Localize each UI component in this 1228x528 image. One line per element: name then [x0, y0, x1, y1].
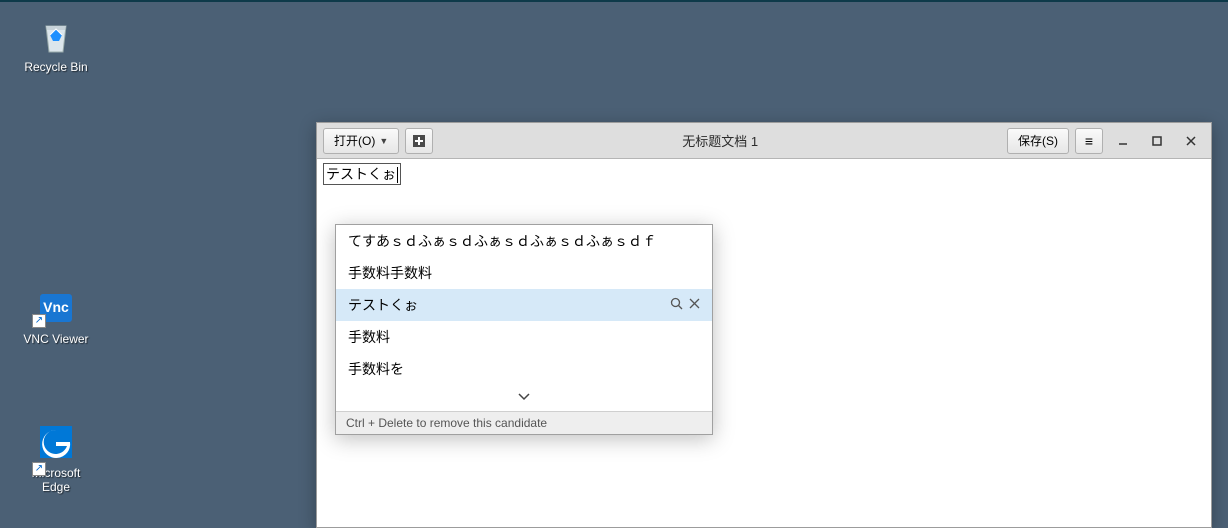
ime-more-candidates[interactable]	[336, 385, 712, 411]
svg-text:Vnc: Vnc	[43, 299, 69, 315]
ime-hint-text: Ctrl + Delete to remove this candidate	[336, 411, 712, 434]
desktop-icon-label: VNC Viewer	[16, 332, 96, 346]
remove-candidate-icon[interactable]	[689, 297, 700, 313]
ime-candidate[interactable]: てすあｓｄふぁｓｄふぁｓｄふぁｓｄふぁｓｄｆ	[336, 225, 712, 257]
ime-candidate[interactable]: 手数料を	[336, 353, 712, 385]
maximize-icon	[1152, 136, 1162, 146]
chevron-down-icon	[517, 392, 531, 402]
ime-candidate-text: 手数料手数料	[348, 263, 700, 283]
open-button-label: 打开(O)	[334, 132, 375, 149]
text-editor-window: 打开(O) ▼ 无标题文档 1 保存(S) ≡ テストくぉ	[316, 122, 1212, 528]
desktop-icon-recycle-bin[interactable]: Recycle Bin	[16, 16, 96, 74]
ime-candidate-popup: てすあｓｄふぁｓｄふぁｓｄふぁｓｄふぁｓｄｆ 手数料手数料 テストくぉ 手数料	[335, 224, 713, 435]
search-icon[interactable]	[670, 297, 683, 313]
ime-candidate-text: 手数料	[348, 327, 700, 347]
edge-icon	[32, 422, 80, 462]
text-caret	[397, 167, 398, 183]
titlebar: 打开(O) ▼ 无标题文档 1 保存(S) ≡	[317, 123, 1211, 159]
ime-candidate[interactable]: 手数料手数料	[336, 257, 712, 289]
open-button[interactable]: 打开(O) ▼	[323, 128, 399, 154]
ime-candidate-text: 手数料を	[348, 359, 700, 379]
save-button[interactable]: 保存(S)	[1007, 128, 1069, 154]
shortcut-overlay-icon: ↗	[32, 462, 46, 476]
shortcut-overlay-icon: ↗	[32, 314, 46, 328]
ime-candidate-selected[interactable]: テストくぉ	[336, 289, 712, 321]
hamburger-icon: ≡	[1085, 134, 1093, 148]
save-button-label: 保存(S)	[1018, 132, 1058, 149]
chevron-down-icon: ▼	[379, 136, 388, 146]
new-doc-icon	[412, 134, 426, 148]
maximize-button[interactable]	[1143, 130, 1171, 152]
ime-candidate-text: てすあｓｄふぁｓｄふぁｓｄふぁｓｄふぁｓｄｆ	[348, 231, 700, 251]
window-title: 无标题文档 1	[439, 131, 1001, 150]
editor-textarea[interactable]: テストくぉ てすあｓｄふぁｓｄふぁｓｄふぁｓｄふぁｓｄｆ 手数料手数料 テストく…	[317, 159, 1211, 527]
close-button[interactable]	[1177, 130, 1205, 152]
ime-candidate-text: テストくぉ	[348, 295, 670, 315]
minimize-icon	[1118, 136, 1128, 146]
ime-candidate[interactable]: 手数料	[336, 321, 712, 353]
close-icon	[1186, 136, 1196, 146]
ime-preedit-text: テストくぉ	[323, 163, 401, 185]
ime-preedit-content: テストくぉ	[326, 166, 396, 182]
desktop-icon-label: Recycle Bin	[16, 60, 96, 74]
new-document-button[interactable]	[405, 128, 433, 154]
desktop-icon-label: Microsoft Edge	[16, 466, 96, 494]
desktop-icon-vnc-viewer[interactable]: Vnc ↗ VNC Viewer	[16, 288, 96, 346]
menu-button[interactable]: ≡	[1075, 128, 1103, 154]
desktop-icon-microsoft-edge[interactable]: ↗ Microsoft Edge	[16, 422, 96, 494]
recycle-bin-icon	[32, 16, 80, 56]
minimize-button[interactable]	[1109, 130, 1137, 152]
